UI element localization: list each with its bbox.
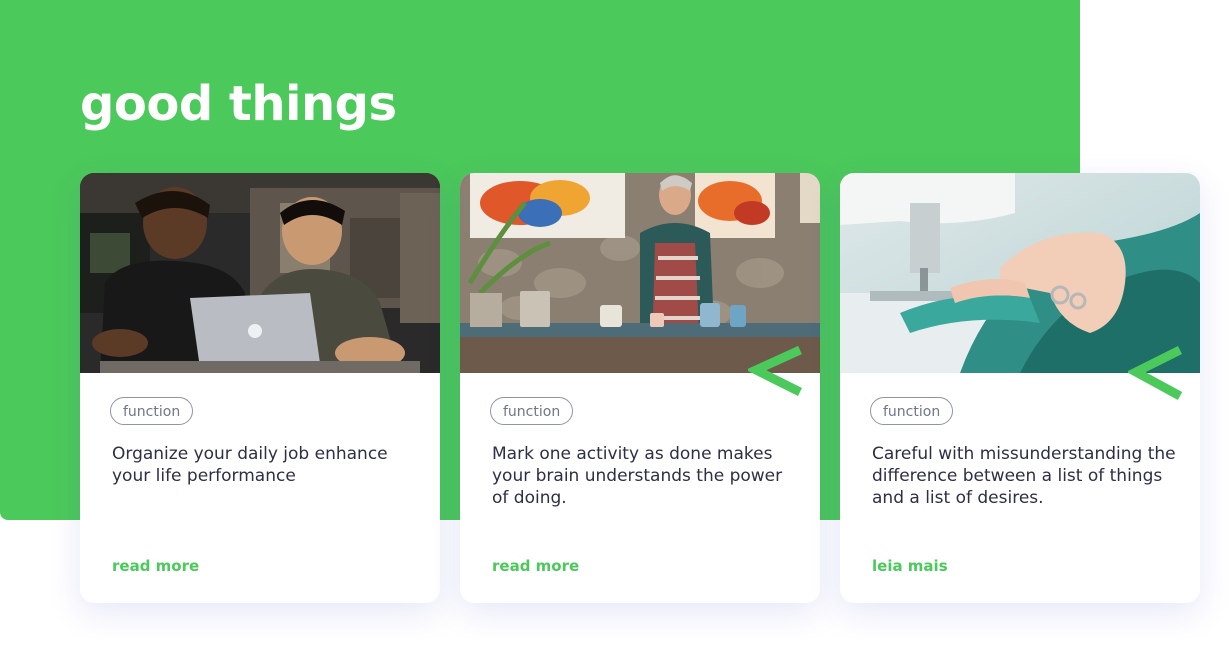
card-description: Organize your daily job enhance your lif…: [112, 444, 388, 486]
card-image-painter-studio: [460, 173, 820, 373]
read-more-link[interactable]: leia mais: [872, 557, 948, 575]
category-tag: function: [110, 397, 194, 425]
category-tag: function: [870, 397, 954, 425]
card-organize[interactable]: function Organize your daily job enhance…: [80, 173, 440, 603]
category-tag: function: [490, 397, 574, 425]
card-image-sewing: [840, 173, 1200, 373]
read-more-link[interactable]: read more: [492, 557, 579, 575]
chevron-left-icon: [748, 345, 803, 397]
section-title: good things: [80, 76, 397, 132]
card-description: Careful with missunderstanding the diffe…: [872, 444, 1176, 508]
card-image-people-laptop: [80, 173, 440, 373]
card-description: Mark one activity as done makes your bra…: [492, 444, 783, 508]
read-more-link[interactable]: read more: [112, 557, 199, 575]
chevron-left-icon: [1128, 345, 1183, 400]
